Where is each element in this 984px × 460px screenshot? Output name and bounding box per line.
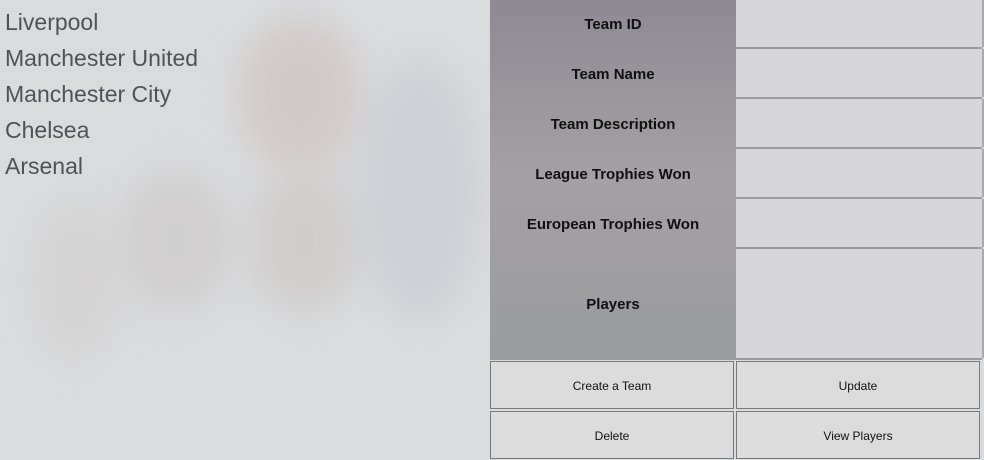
team-list-item-arsenal[interactable]: Arsenal xyxy=(5,148,493,184)
team-id-label: Team ID xyxy=(584,16,642,33)
team-description-label: Team Description xyxy=(550,116,676,133)
team-list-item-liverpool[interactable]: Liverpool xyxy=(5,4,493,40)
team-list: Liverpool Manchester United Manchester C… xyxy=(0,0,493,184)
team-list-item-chelsea[interactable]: Chelsea xyxy=(5,112,493,148)
team-name-field[interactable] xyxy=(736,49,984,99)
european-trophies-field[interactable] xyxy=(736,199,984,249)
team-description-field[interactable] xyxy=(736,99,984,149)
team-id-field[interactable] xyxy=(736,0,984,49)
view-players-button[interactable]: View Players xyxy=(736,411,980,459)
players-label: Players xyxy=(586,296,640,313)
team-details-fields xyxy=(736,0,984,360)
league-trophies-label: League Trophies Won xyxy=(535,166,691,183)
team-list-item-manchester-city[interactable]: Manchester City xyxy=(5,76,493,112)
update-button[interactable]: Update xyxy=(736,361,980,409)
league-trophies-field[interactable] xyxy=(736,149,984,199)
players-field[interactable] xyxy=(736,249,984,360)
delete-button[interactable]: Delete xyxy=(490,411,734,459)
team-name-label: Team Name xyxy=(571,66,655,83)
create-team-button[interactable]: Create a Team xyxy=(490,361,734,409)
team-list-item-manchester-united[interactable]: Manchester United xyxy=(5,40,493,76)
team-details-labels: Team ID Team Name Team Description Leagu… xyxy=(490,0,736,360)
european-trophies-label: European Trophies Won xyxy=(526,216,700,233)
